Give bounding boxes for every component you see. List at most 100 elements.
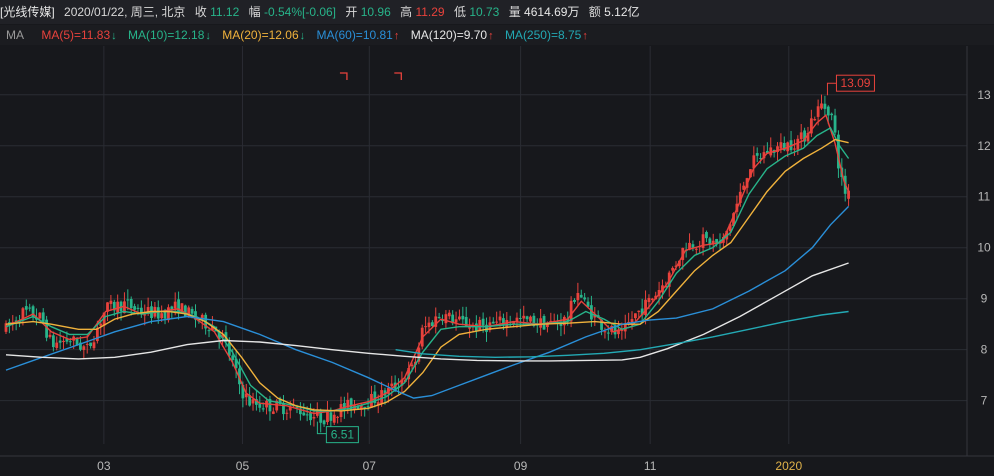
candle-body <box>133 306 136 310</box>
candle-body <box>336 416 340 418</box>
candle-body <box>522 315 526 319</box>
candle-body <box>163 311 167 319</box>
ma10-legend: MA(10)=12.18 <box>128 28 205 42</box>
candle-body <box>454 319 458 323</box>
ma60-arrow-icon: ↑ <box>393 30 400 42</box>
candle-body <box>637 310 641 312</box>
candle-body <box>322 420 326 425</box>
event-marker <box>394 72 402 80</box>
candle-body <box>820 103 823 109</box>
volume-value: 4614.69万 <box>524 5 580 19</box>
candle-body <box>312 416 316 419</box>
high-label: 高 <box>400 5 413 19</box>
low-value: 10.73 <box>469 5 500 19</box>
ma5-arrow-icon: ↓ <box>111 30 117 42</box>
candle-body <box>329 412 333 421</box>
ma120-arrow-icon: ↑ <box>488 30 494 42</box>
candle-body <box>231 355 235 360</box>
change-label: 幅 <box>248 5 261 19</box>
info-bar: [光线传媒] 2020/01/22, 周三, 北京 收 11.12 幅 -0.5… <box>0 0 994 24</box>
ma-lines <box>5 113 850 415</box>
candle-body <box>796 138 800 150</box>
candle-body <box>603 331 607 333</box>
candle-body <box>671 267 675 271</box>
ma250-arrow-icon: ↑ <box>582 30 588 42</box>
candle-body <box>68 341 72 343</box>
candle-body <box>251 399 255 404</box>
candle-body <box>447 312 451 317</box>
candle-body <box>430 322 434 327</box>
candle-body <box>576 292 580 301</box>
candle-body <box>498 316 502 321</box>
candle-body <box>833 115 837 133</box>
candle-body <box>129 298 133 309</box>
y-tick-label: 8 <box>981 343 988 357</box>
candle-body <box>156 307 160 319</box>
low-label: 低 <box>453 5 466 19</box>
ma5-legend: MA(5)=11.83 <box>41 28 111 42</box>
candle-body <box>826 106 830 116</box>
x-tick-label: 09 <box>514 459 528 473</box>
candle-body <box>390 383 394 387</box>
candle-body <box>143 314 147 316</box>
candle-body <box>694 248 698 250</box>
candle-body <box>705 232 708 239</box>
candle-body <box>633 313 637 319</box>
candle-body <box>495 321 499 323</box>
candle-body <box>92 342 96 349</box>
candle-body <box>48 334 52 337</box>
low-label: 6.51 <box>331 428 355 442</box>
annotations: 13.09 6.51 <box>316 72 875 444</box>
y-tick-label: 12 <box>977 139 991 153</box>
ma10-arrow-icon: ↓ <box>205 30 211 42</box>
close-value: 11.12 <box>210 5 240 19</box>
candle-body <box>183 305 187 318</box>
candle-body <box>573 299 576 302</box>
y-tick-label: 9 <box>981 292 988 306</box>
candle-body <box>332 414 336 423</box>
candle-body <box>207 330 211 332</box>
candle-body <box>109 300 113 304</box>
ma60-legend: MA(60)=10.81 <box>316 28 393 42</box>
candle-body <box>793 148 796 150</box>
x-tick-label: 05 <box>236 459 250 473</box>
ma250-legend: MA(250)=8.75 <box>504 28 582 42</box>
candlesticks <box>4 94 850 433</box>
candle-body <box>647 297 651 303</box>
candle-body <box>779 142 783 149</box>
candle-body <box>167 307 170 321</box>
change-pct: -0.54% <box>263 5 302 19</box>
high-marker <box>826 82 837 96</box>
event-marker <box>339 72 348 80</box>
candle-body <box>38 312 42 319</box>
candle-body <box>28 307 32 309</box>
x-tick-label: 07 <box>363 459 377 473</box>
kline-chart: 7 8 9 10 11 12 13 03 05 07 09 11 2020 13.09 6.51 <box>0 46 994 473</box>
candle-body <box>309 412 312 421</box>
candle-body <box>491 321 495 324</box>
candle-body <box>606 332 610 334</box>
candle-body <box>444 314 448 324</box>
candle-body <box>51 335 55 348</box>
candle-body <box>478 319 482 331</box>
candle-body <box>160 313 164 319</box>
high-label: 13.09 <box>840 76 870 90</box>
candle-body <box>271 411 275 414</box>
candle-body <box>650 298 654 301</box>
candle-body <box>99 323 103 326</box>
candle-body <box>583 297 587 300</box>
series-line-ma10 <box>5 126 850 412</box>
candle-body <box>326 410 329 423</box>
ma-label: MA <box>6 28 24 42</box>
candle-body <box>410 364 414 367</box>
candle-body <box>85 343 89 345</box>
candle-body <box>813 119 817 121</box>
change-abs: [-0.06] <box>302 5 337 19</box>
candle-body <box>539 318 543 328</box>
close-label: 收 <box>194 5 207 19</box>
candle-body <box>630 319 634 323</box>
high-value: 11.29 <box>415 5 445 19</box>
candle-body <box>55 342 59 348</box>
series-line-ma20 <box>5 138 849 412</box>
ma120-legend: MA(120)=9.70 <box>410 28 488 42</box>
